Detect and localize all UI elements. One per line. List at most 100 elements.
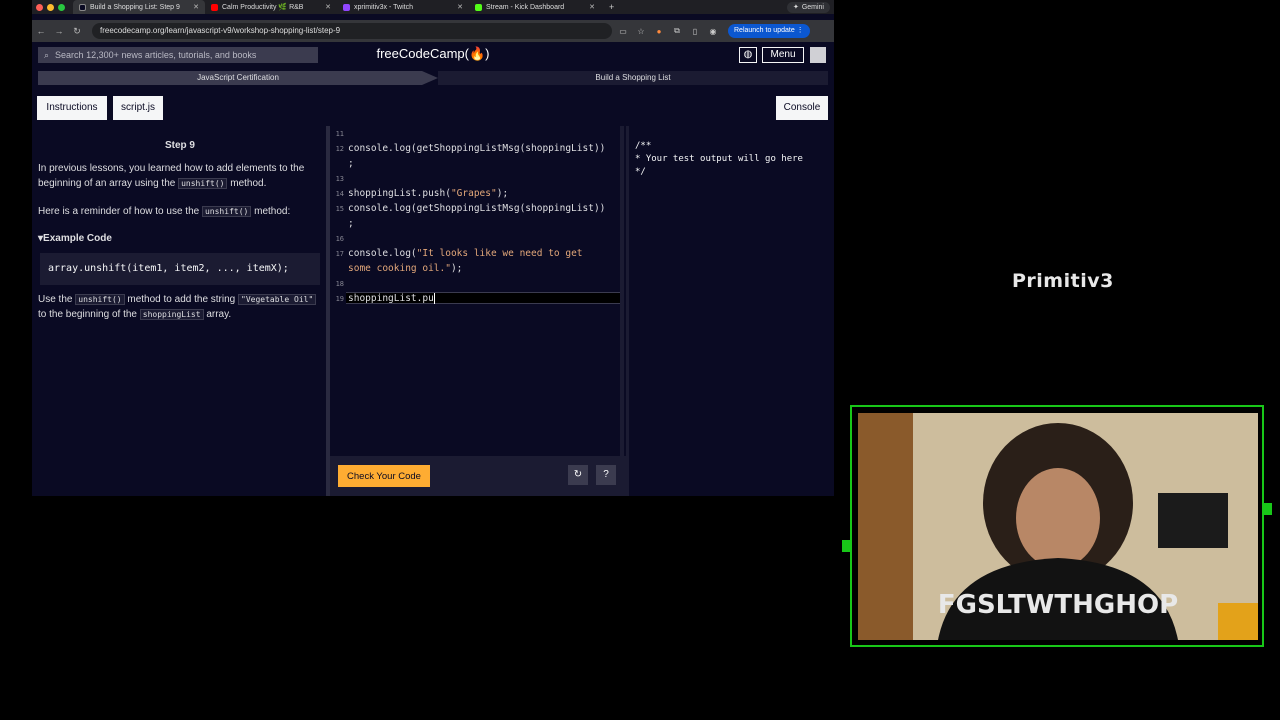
gemini-button[interactable]: ✦ Gemini [786, 1, 830, 13]
browser-window: Build a Shopping List: Step 9 ✕ Calm Pro… [32, 0, 834, 496]
help-icon[interactable]: ? [596, 465, 616, 485]
code-line-12-wrap[interactable]: ; [348, 158, 354, 169]
webcam-feed: FGSLTWTHGHOP [858, 413, 1258, 640]
code-line-17[interactable]: console.log("It looks like we need to ge… [348, 248, 583, 259]
webcam-corner-marker [1263, 503, 1272, 515]
editor-scrollbar[interactable] [620, 126, 624, 456]
line-number: 19 [335, 295, 344, 303]
step-title: Step 9 [164, 140, 195, 151]
close-window-icon[interactable] [36, 3, 43, 11]
streamer-brand: Primitiv3 [1012, 270, 1114, 292]
new-tab-button[interactable]: + [601, 2, 622, 12]
inline-code: unshift() [201, 206, 252, 217]
back-icon[interactable]: ← [32, 26, 50, 36]
breadcrumb-certification[interactable]: JavaScript Certification [38, 71, 438, 85]
breadcrumb-workshop[interactable]: Build a Shopping List [438, 71, 828, 85]
tab-close-icon[interactable]: ✕ [589, 3, 595, 11]
tab-title: xprimitiv3x - Twitch [354, 3, 413, 11]
line-number: 12 [335, 145, 344, 153]
text: Use the [38, 294, 76, 305]
twitch-favicon-icon [343, 3, 350, 11]
breadcrumb: JavaScript Certification Build a Shoppin… [38, 71, 828, 85]
reload-icon[interactable]: ↻ [68, 26, 86, 37]
profile-icon[interactable]: ◉ [706, 27, 720, 36]
browser-tab-youtube[interactable]: Calm Productivity 🌿 R&B ✕ [205, 0, 337, 14]
example-code-toggle[interactable]: ▾Example Code [38, 233, 112, 244]
forward-icon[interactable]: → [50, 26, 68, 36]
kick-favicon-icon [475, 3, 482, 11]
code-line-14[interactable]: shoppingList.push("Grapes"); [348, 188, 508, 199]
tab-console[interactable]: Console [776, 96, 828, 120]
line-number: 18 [335, 280, 344, 288]
string-token: "Grapes" [450, 188, 497, 199]
code-line-17-wrap[interactable]: some cooking oil."); [348, 263, 462, 274]
inline-code: unshift() [75, 294, 125, 305]
instruction-paragraph-1: In previous lessons, you learned how to … [38, 161, 322, 191]
text-cursor [433, 293, 435, 304]
relaunch-button[interactable]: Relaunch to update ⋮ [728, 24, 810, 38]
search-input[interactable]: Search 12,300+ news articles, tutorials,… [55, 50, 256, 60]
string-token: some cooking oil." [348, 263, 451, 274]
tab-instructions[interactable]: Instructions [37, 96, 107, 120]
browser-tab-kick[interactable]: Stream - Kick Dashboard ✕ [469, 0, 601, 14]
fcc-navbar: ⌕ Search 12,300+ news articles, tutorial… [32, 44, 834, 66]
browser-tab-twitch[interactable]: xprimitiv3x - Twitch ✕ [337, 0, 469, 14]
code-line-15[interactable]: console.log(getShoppingListMsg(shoppingL… [348, 203, 605, 214]
tab-title: Calm Productivity 🌿 R&B [222, 4, 304, 11]
tab-close-icon[interactable]: ✕ [457, 3, 463, 11]
extension-fire-icon[interactable]: ● [652, 27, 666, 36]
menu-button[interactable]: Menu [762, 47, 804, 63]
extensions-icon[interactable]: ⧉ [670, 26, 684, 36]
relaunch-label: Relaunch to update [734, 27, 795, 34]
webcam-image: FGSLTWTHGHOP [858, 413, 1258, 640]
text: method: [251, 206, 291, 217]
check-your-code-button[interactable]: Check Your Code [338, 465, 430, 487]
editor-footer: Check Your Code ↻ ? [330, 456, 626, 496]
tab-close-icon[interactable]: ✕ [325, 3, 331, 11]
instruction-paragraph-3: Use the unshift() method to add the stri… [38, 292, 322, 322]
cast-icon[interactable]: ▭ [616, 27, 630, 36]
inline-code: shoppingList [139, 309, 204, 320]
tab-title: Build a Shopping List: Step 9 [90, 3, 180, 11]
code-token: console.log( [348, 248, 417, 259]
avatar[interactable] [810, 47, 826, 63]
line-number: 16 [335, 235, 344, 243]
search-icon: ⌕ [44, 49, 50, 60]
tab-title: Stream - Kick Dashboard [486, 3, 565, 11]
tab-close-icon[interactable]: ✕ [193, 3, 199, 11]
url-field[interactable]: freecodecamp.org/learn/javascript-v9/wor… [92, 23, 612, 39]
code-line-19-active[interactable]: shoppingList.pu [348, 293, 435, 304]
tab-script-js[interactable]: script.js [113, 96, 163, 120]
instructions-panel: Step 9 In previous lessons, you learned … [32, 126, 328, 496]
code-line-15-wrap[interactable]: ; [348, 218, 354, 229]
line-number: 13 [335, 175, 344, 183]
line-number: 11 [335, 130, 344, 138]
line-number: 17 [335, 250, 344, 258]
inline-code: "Vegetable Oil" [238, 294, 317, 305]
fcc-logo[interactable]: freeCodeCamp(🔥) [372, 46, 494, 62]
line-number: 15 [335, 205, 344, 213]
code-token: ); [450, 263, 463, 274]
bookmark-star-icon[interactable]: ☆ [634, 27, 648, 36]
maximize-window-icon[interactable] [58, 3, 65, 11]
language-globe-icon[interactable]: ◍ [739, 47, 757, 63]
reset-icon[interactable]: ↻ [568, 465, 588, 485]
text: array. [203, 309, 232, 320]
minimize-window-icon[interactable] [47, 3, 54, 11]
line-number: 14 [335, 190, 344, 198]
text: method to add the string [124, 294, 239, 305]
tab-strip: Build a Shopping List: Step 9 ✕ Calm Pro… [32, 0, 834, 14]
code-token: shoppingList.pu [348, 293, 434, 304]
youtube-favicon-icon [211, 3, 218, 11]
code-line-12[interactable]: console.log(getShoppingListMsg(shoppingL… [348, 143, 605, 154]
browser-tab-fcc[interactable]: Build a Shopping List: Step 9 ✕ [73, 0, 205, 14]
code-token: shoppingList.push( [348, 188, 451, 199]
sidebar-icon[interactable]: ▯ [688, 27, 702, 36]
gemini-icon: ✦ [792, 4, 799, 11]
code-editor[interactable]: 11 12 console.log(getShoppingListMsg(sho… [330, 126, 624, 456]
fcc-favicon-icon [79, 3, 86, 11]
address-bar: ← → ↻ freecodecamp.org/learn/javascript-… [32, 20, 834, 42]
stream-canvas: Build a Shopping List: Step 9 ✕ Calm Pro… [0, 0, 1280, 720]
search-bar[interactable]: ⌕ Search 12,300+ news articles, tutorial… [38, 47, 318, 63]
text: Here is a reminder of how to use the [38, 206, 202, 217]
